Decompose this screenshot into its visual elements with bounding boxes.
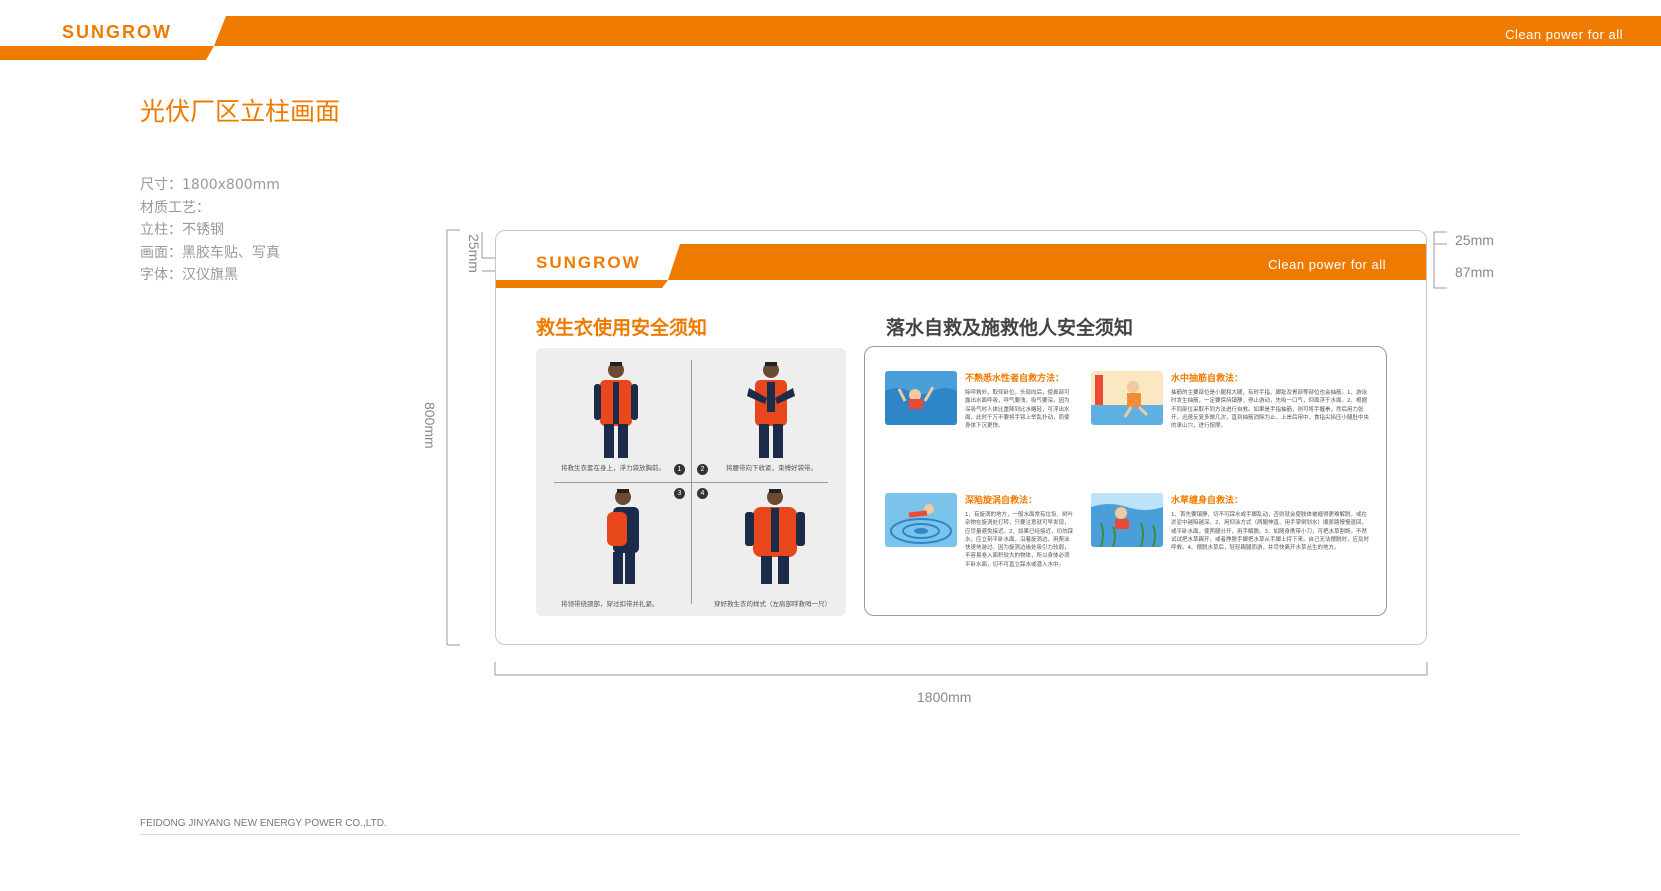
person-step-3-illustration	[607, 489, 639, 584]
dim-height: 800mm	[422, 402, 438, 449]
step-2-caption: 将腰带向下收紧，束缚好袋带。	[726, 464, 817, 472]
dim-band-top-left: 25mm	[466, 234, 482, 273]
signboard: SUNGROW Clean power for all 救生衣使用安全须知 落水…	[495, 230, 1427, 645]
whirlpool-illustration	[885, 493, 957, 547]
dim-band-top-right: 25mm	[1455, 232, 1494, 248]
panel-divider-horizontal	[554, 482, 828, 483]
board-sungrow-logo: SUNGROW	[536, 253, 641, 272]
tip-4-title: 水草缠身自救法：	[1171, 496, 1244, 506]
step-4-number: 4	[697, 488, 708, 499]
tip-1-title: 不熟悉水性者自救方法：	[965, 374, 1065, 384]
dim-band-height: 87mm	[1455, 264, 1494, 280]
footer-divider	[140, 834, 1520, 835]
tip-1-body: 除呼救外，取仰卧位，头部向后，使鼻部可露出水面呼吸，呼气要浅，吸气要深。因为深吸…	[965, 390, 1070, 430]
step-1-caption: 将救生衣套在身上，浮力袋放胸前。	[561, 464, 665, 472]
tip-3-body: 1、有旋涡的地方，一般水面常有垃圾、树叶杂物在旋涡处打转，只要注意就可早发现，应…	[965, 512, 1074, 568]
board-slogan: Clean power for all	[1268, 257, 1386, 272]
tip-4-body: 1、首先要镇静，切不可踩水或手脚乱动，否则就会使肢体被缠得更难解脱，或在淤泥中越…	[1171, 512, 1370, 552]
person-step-1-illustration	[594, 362, 638, 458]
waterweed-illustration	[1091, 493, 1163, 547]
tip-3-title: 深陷旋涡自救法：	[965, 496, 1038, 506]
step-2-number: 2	[697, 464, 708, 475]
step-4-caption: 穿好救生衣的样式（左肩部呼救哨一只）	[714, 600, 831, 608]
company-name: FEIDONG JINYANG NEW ENERGY POWER CO.,LTD…	[140, 818, 387, 829]
lifejacket-panel: 将救生衣套在身上，浮力袋放胸前。 将腰带向下收紧，束缚好袋带。 将领带绕颈部，穿…	[536, 348, 846, 616]
person-step-2-illustration	[747, 362, 795, 458]
drowning-swimmer-illustration	[885, 371, 957, 425]
tip-2-title: 水中抽筋自救法：	[1171, 374, 1244, 384]
step-3-number: 3	[674, 488, 685, 499]
step-3-caption: 将领带绕颈部，穿过扣带并扎紧。	[561, 600, 659, 608]
self-rescue-panel: 不熟悉水性者自救方法： 除呼救外，取仰卧位，头部向后，使鼻部可露出水面呼吸，呼气…	[864, 346, 1387, 616]
lifejacket-title: 救生衣使用安全须知	[536, 317, 708, 339]
dim-width: 1800mm	[917, 689, 972, 705]
water-safety-title: 落水自救及施救他人安全须知	[886, 317, 1134, 339]
cramp-illustration	[1091, 371, 1163, 425]
tip-2-body: 抽筋的主要部位是小腿和大腿，有时手指、脚趾及胃部等部位也会抽筋。1、游泳时发生抽…	[1171, 390, 1370, 430]
person-step-4-illustration	[745, 489, 805, 584]
step-1-number: 1	[674, 464, 685, 475]
